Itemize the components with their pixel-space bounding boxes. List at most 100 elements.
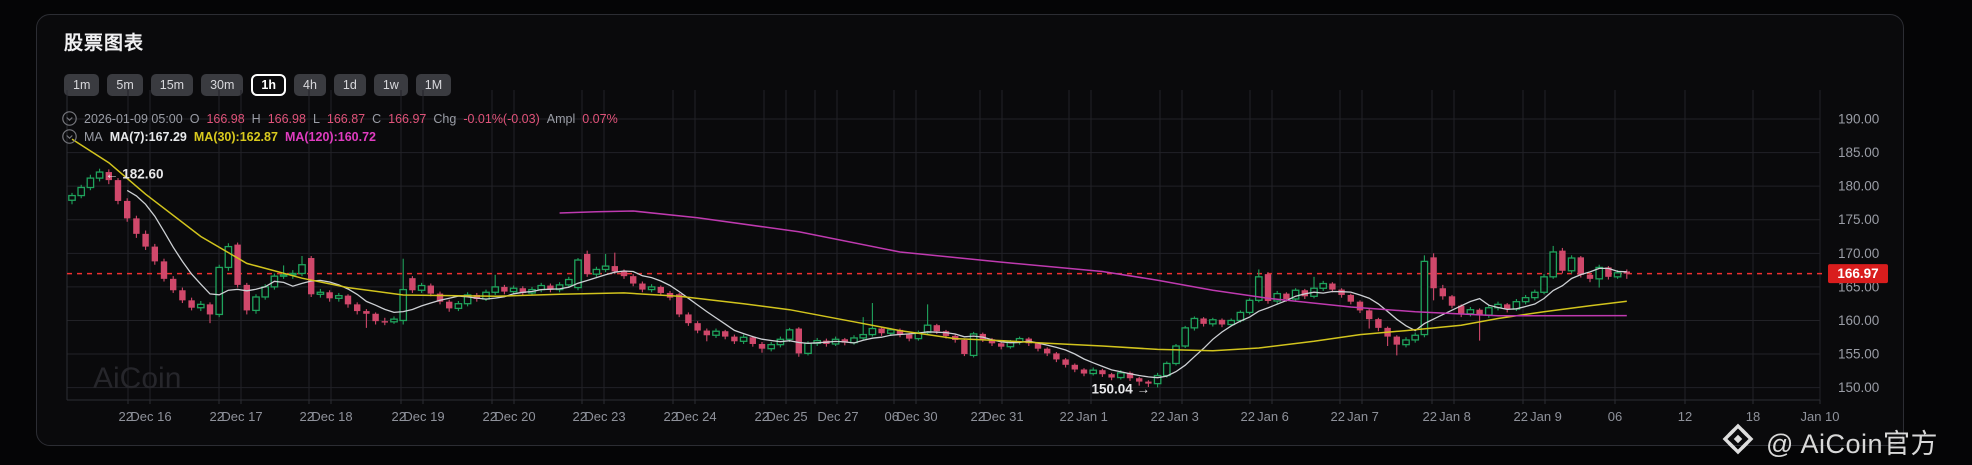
candle-body-up — [1089, 369, 1098, 375]
candle-body-down — [308, 258, 315, 295]
ohlc-legend-segment: Chg — [433, 111, 457, 126]
candle-body-up — [739, 336, 748, 342]
candle-body-down — [326, 292, 333, 299]
candle-body-down — [409, 278, 416, 291]
x-date-label: Jan 8 — [1439, 409, 1471, 424]
candle-body-up — [1172, 345, 1180, 365]
candle-body-down — [188, 300, 195, 308]
candle-body-down — [446, 301, 453, 309]
collapse-chevron-icon[interactable] — [62, 111, 77, 126]
ohlc-legend-segment: -0.01%(-0.03) — [463, 111, 540, 126]
x-date-label: Dec 30 — [896, 409, 937, 424]
candle-body-up — [1549, 251, 1558, 278]
candle-body-down — [749, 337, 756, 344]
candle-body-up — [1162, 362, 1171, 377]
candle-body-up — [564, 278, 573, 286]
x-date-label: Dec 24 — [675, 409, 716, 424]
candle-body-up — [859, 333, 868, 339]
candle-body-down — [243, 284, 250, 311]
ohlc-legend-row: 2026-01-09 05:00 O 166.98 H 166.98 L 166.87 C 16… — [62, 111, 618, 126]
candle-body-down — [206, 304, 214, 315]
candle-body-up — [712, 330, 720, 336]
candle-body-down — [933, 325, 940, 332]
candle-body-up — [886, 329, 895, 334]
candle-body-down — [694, 323, 701, 331]
ma-legend-segment: MA(120):160.72 — [284, 129, 376, 144]
candle-body-down — [354, 304, 361, 312]
candle-body-up — [390, 318, 398, 323]
chart-canvas[interactable]: AiCoin 22Dec 16 22Dec 17 22Dec 18 22Dec 19 22… — [0, 0, 1972, 465]
candle-body-up — [1613, 272, 1622, 278]
candle-body-down — [1044, 348, 1051, 354]
candle-body-down — [234, 244, 241, 285]
candle-body-down — [1356, 301, 1364, 311]
candle-body-up — [1530, 291, 1539, 299]
ma120-line — [559, 210, 1627, 317]
x-axis-labels[interactable]: 22 Dec 16 22 Dec 17 22 Dec 18 22 Dec 19 22 Dec 20… — [119, 409, 1840, 424]
candle-body-down — [179, 290, 186, 301]
candle-body-down — [611, 266, 618, 272]
watermark-text: AiCoin — [93, 362, 181, 395]
candle-body-up — [86, 177, 95, 189]
candle-body-up — [969, 333, 978, 357]
candle-body-down — [1329, 283, 1336, 290]
ma-legend-segment: MA(7):167.29 — [109, 129, 187, 144]
candle-body-up — [224, 245, 233, 269]
price-tick-label: 155.00 — [1838, 347, 1879, 362]
candle-body-down — [1586, 274, 1594, 279]
candle-body-up — [95, 171, 104, 179]
x-date-label: Dec 19 — [403, 409, 444, 424]
candle-body-down — [685, 314, 692, 324]
page: 股票图表 1m 5m 15m 30m 1h 4h 1d 1w 1M AiCoin 22 Dec 16… — [0, 0, 1972, 465]
x-date-label: Jan 6 — [1257, 409, 1289, 424]
candle-body-down — [381, 321, 388, 323]
candle-body-down — [1577, 257, 1584, 275]
ma-legend-segment: MA — [84, 129, 103, 144]
ohlc-legend-segment: 166.98 — [206, 111, 245, 126]
candle-body-down — [1375, 319, 1382, 328]
ohlc-legend-segment: 0.07% — [582, 111, 618, 126]
candle-body-up — [316, 291, 325, 295]
candle-body-up — [196, 303, 205, 309]
x-date-label: Dec 20 — [494, 409, 535, 424]
ohlc-legend-segment: 166.87 — [326, 111, 366, 126]
candle-body-down — [1559, 250, 1566, 271]
collapse-chevron-icon[interactable] — [62, 129, 77, 144]
x-date-label: Jan 1 — [1076, 409, 1108, 424]
x-future-label: 12 — [1678, 409, 1692, 424]
candle-body-down — [906, 334, 913, 339]
candle-body-down — [133, 218, 140, 234]
price-tick-label: 170.00 — [1838, 246, 1879, 261]
candle-body-down — [151, 246, 158, 262]
candle-body-down — [1448, 296, 1456, 306]
candle-body-down — [1200, 318, 1207, 324]
candle-body-up — [454, 303, 463, 310]
ohlc-legend-segment: C — [372, 111, 382, 126]
high-annotation: ← 182.60 — [105, 167, 164, 182]
candle-body-down — [1264, 274, 1272, 302]
price-tick-label: 160.00 — [1838, 313, 1879, 328]
candle-body-up — [1521, 296, 1530, 303]
candle-body-up — [417, 284, 426, 291]
candle-body-down — [1218, 319, 1226, 325]
x-date-label: Jan 9 — [1530, 409, 1562, 424]
x-date-label: Jan 3 — [1167, 409, 1199, 424]
x-date-label: Dec 16 — [130, 409, 171, 424]
price-tick-label: 185.00 — [1838, 145, 1879, 160]
candle-body-up — [1319, 282, 1328, 289]
current-price-badge-value: 166.97 — [1837, 266, 1878, 281]
candle-body-down — [170, 278, 177, 291]
candle-body-down — [795, 328, 802, 354]
y-axis-labels[interactable]: 190.00185.00180.00175.00170.00165.00160.… — [1838, 112, 1879, 396]
candle-body-up — [1466, 309, 1475, 315]
candle-body-up — [279, 274, 288, 277]
x-future-label: 06 — [1608, 409, 1622, 424]
candle-body-up — [1190, 317, 1199, 329]
candle-body-down — [731, 336, 738, 342]
candle-body-down — [1430, 257, 1437, 289]
x-date-label: Jan 7 — [1347, 409, 1379, 424]
candle-body-down — [758, 343, 766, 349]
x-date-label: Dec 31 — [982, 409, 1023, 424]
price-tick-label: 190.00 — [1838, 112, 1879, 127]
candle-body-up — [601, 265, 610, 271]
